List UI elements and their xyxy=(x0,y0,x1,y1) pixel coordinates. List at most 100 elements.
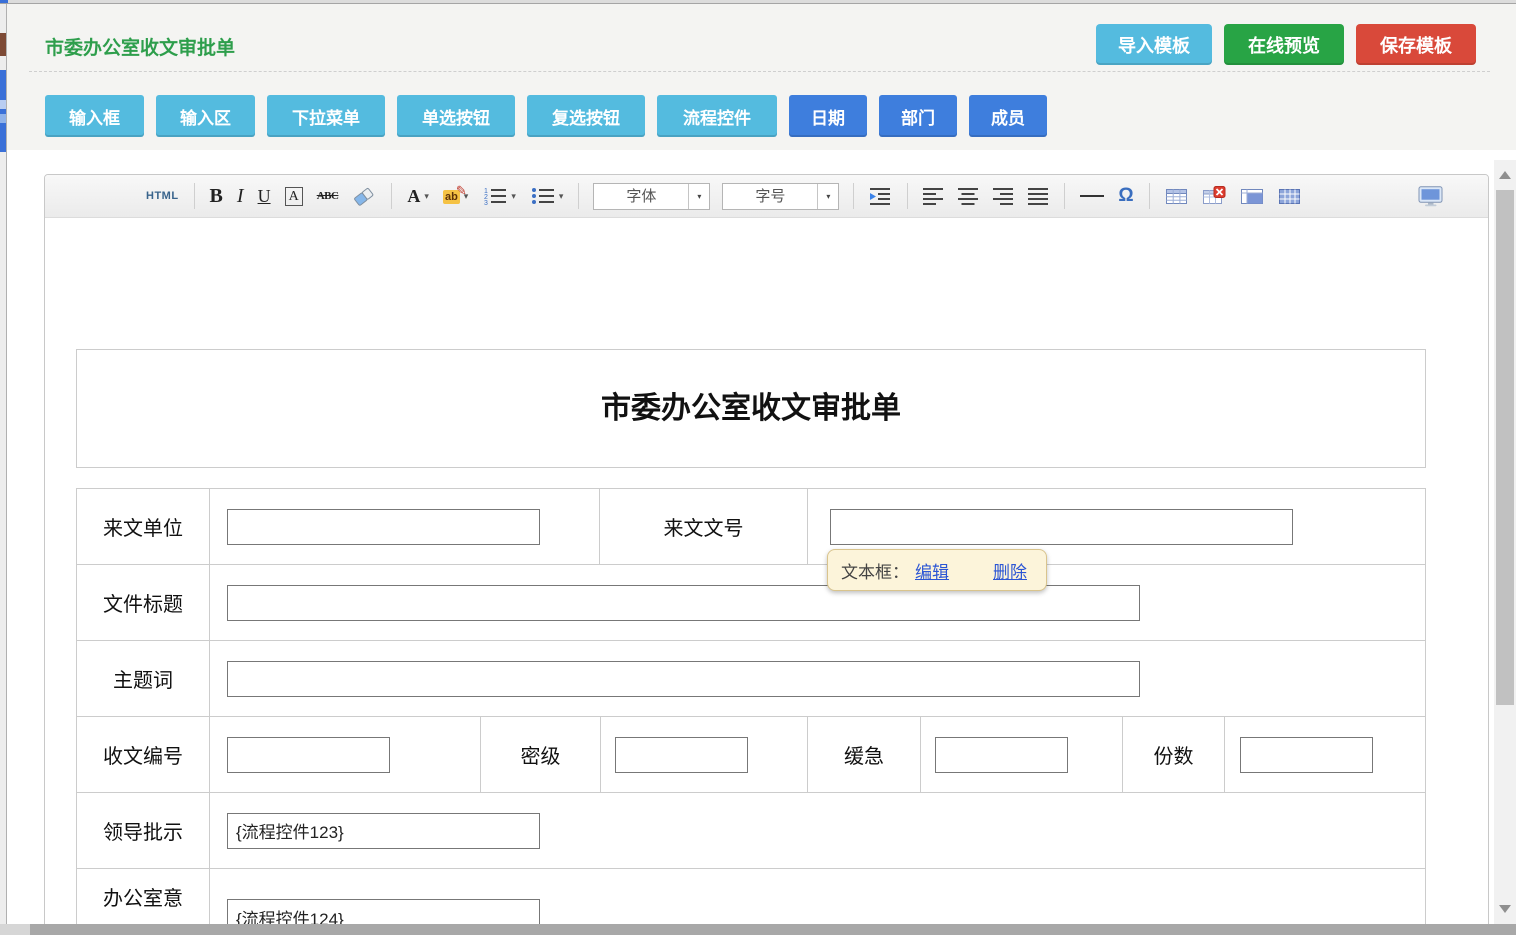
unordered-list-button[interactable]: ▾ xyxy=(530,186,564,206)
highlight-color-button[interactable]: ab ✎ ▾ xyxy=(443,187,468,205)
insert-table-button[interactable] xyxy=(1165,187,1188,206)
font-color-button[interactable]: A ▾ xyxy=(407,186,429,207)
table-cell-properties-button[interactable] xyxy=(1240,187,1264,206)
table-cell xyxy=(209,793,1425,868)
underline-button[interactable]: U xyxy=(258,186,271,207)
indent-button[interactable] xyxy=(869,186,892,206)
scroll-down-button[interactable] xyxy=(1494,898,1516,920)
font-family-select[interactable]: 字体 ▾ xyxy=(593,183,710,210)
unordered-list-icon xyxy=(530,186,555,206)
align-right-icon xyxy=(993,187,1014,205)
add-radio-button[interactable]: 单选按钮 xyxy=(397,95,515,137)
ordered-list-button[interactable]: 123 ▾ xyxy=(482,186,516,206)
window-top-border-accent xyxy=(0,0,8,3)
page-title: 市委办公室收文审批单 xyxy=(45,33,235,60)
add-flow-control-button[interactable]: 流程控件 xyxy=(657,95,777,137)
form-designer-page: 市委办公室收文审批单 导入模板 在线预览 保存模板 输入框 输入区 下拉菜单 单… xyxy=(0,0,1516,935)
indent-icon xyxy=(869,186,892,206)
window-top-border xyxy=(0,0,1516,4)
toolbar-separator xyxy=(194,183,195,209)
fullscreen-button[interactable] xyxy=(1418,186,1444,207)
special-character-button[interactable]: Ω xyxy=(1118,185,1133,207)
bold-button[interactable]: B xyxy=(210,185,223,208)
shouwen-bianhao-input[interactable] xyxy=(227,737,390,773)
editor-canvas[interactable]: 市委办公室收文审批单 来文单位 来文文号 文件标题 xyxy=(45,218,1488,935)
scroll-up-arrow-icon xyxy=(1499,171,1511,179)
table-grid-icon xyxy=(1278,187,1301,206)
add-dropdown-button[interactable]: 下拉菜单 xyxy=(267,95,385,137)
font-size-select[interactable]: 字号 ▾ xyxy=(722,183,839,210)
tooltip-label: 文本框： xyxy=(841,558,909,583)
header: 市委办公室收文审批单 导入模板 在线预览 保存模板 输入框 输入区 下拉菜单 单… xyxy=(7,4,1516,150)
field-label-zhutici: 主题词 xyxy=(77,641,209,716)
table-row: 来文单位 来文文号 xyxy=(77,489,1425,564)
import-template-button[interactable]: 导入模板 xyxy=(1096,24,1212,65)
window-bottom-border xyxy=(0,924,1516,935)
table-cell xyxy=(920,717,1122,792)
background-window-edge xyxy=(0,4,7,935)
add-department-button[interactable]: 部门 xyxy=(879,95,957,137)
lingdao-pishi-input[interactable] xyxy=(227,813,540,849)
field-label-laiwen-wenhao: 来文文号 xyxy=(599,489,807,564)
laiwen-danwei-input[interactable] xyxy=(227,509,540,545)
delete-table-button[interactable] xyxy=(1202,186,1226,206)
add-member-button[interactable]: 成员 xyxy=(969,95,1047,137)
align-left-button[interactable] xyxy=(923,187,944,205)
remove-format-button[interactable] xyxy=(352,186,376,206)
field-label-fenshu: 份数 xyxy=(1122,717,1224,792)
align-justify-button[interactable] xyxy=(1028,187,1049,205)
add-textarea-button[interactable]: 输入区 xyxy=(156,95,255,137)
rich-text-editor: HTML B I U A ABC A ▾ xyxy=(44,174,1489,935)
horizontal-rule-button[interactable] xyxy=(1080,195,1104,197)
toolbar-separator xyxy=(1149,183,1150,209)
align-justify-icon xyxy=(1028,187,1049,205)
toolbar-separator xyxy=(578,183,579,209)
source-code-button[interactable]: HTML xyxy=(146,190,179,202)
italic-button[interactable]: I xyxy=(237,185,244,208)
add-date-button[interactable]: 日期 xyxy=(789,95,867,137)
field-label-shouwen-bianhao: 收文编号 xyxy=(77,717,209,792)
toolbar-separator xyxy=(1064,183,1065,209)
table-properties-button[interactable] xyxy=(1278,187,1301,206)
table-row: 文件标题 xyxy=(77,564,1425,640)
laiwen-wenhao-input[interactable] xyxy=(830,509,1293,545)
online-preview-button[interactable]: 在线预览 xyxy=(1224,24,1344,65)
font-style-button[interactable]: A xyxy=(285,187,303,206)
widget-tooltip: 文本框： 编辑 删除 xyxy=(827,549,1047,591)
scroll-up-button[interactable] xyxy=(1494,164,1516,186)
table-cell xyxy=(600,717,807,792)
fenshu-input[interactable] xyxy=(1240,737,1373,773)
align-center-button[interactable] xyxy=(958,187,979,205)
miji-input[interactable] xyxy=(615,737,748,773)
monitor-icon xyxy=(1418,186,1444,207)
vertical-scrollbar[interactable] xyxy=(1494,160,1516,924)
toolbar-separator xyxy=(853,183,854,209)
tooltip-edit-link[interactable]: 编辑 xyxy=(915,558,949,583)
header-divider xyxy=(29,71,1490,72)
editor-toolbar: HTML B I U A ABC A ▾ xyxy=(45,175,1488,218)
font-family-value: 字体 xyxy=(594,184,688,209)
align-center-icon xyxy=(958,187,979,205)
delete-table-icon xyxy=(1202,186,1226,206)
save-template-button[interactable]: 保存模板 xyxy=(1356,24,1476,65)
field-label-lingdao-pishi: 领导批示 xyxy=(77,793,209,868)
pencil-icon: ✎ xyxy=(456,183,467,199)
font-size-value: 字号 xyxy=(723,184,817,209)
table-cell-icon xyxy=(1240,187,1264,206)
highlight-icon: ab ✎ xyxy=(443,187,460,205)
toolbar-separator xyxy=(391,183,392,209)
table-cell xyxy=(209,717,480,792)
component-buttons-row: 输入框 输入区 下拉菜单 单选按钮 复选按钮 流程控件 日期 部门 成员 xyxy=(45,95,1047,137)
scrollbar-thumb[interactable] xyxy=(1496,190,1514,705)
add-input-box-button[interactable]: 输入框 xyxy=(45,95,144,137)
tooltip-delete-link[interactable]: 删除 xyxy=(993,558,1027,583)
add-checkbox-button[interactable]: 复选按钮 xyxy=(527,95,645,137)
table-icon xyxy=(1165,187,1188,206)
huanji-input[interactable] xyxy=(935,737,1068,773)
table-cell xyxy=(209,641,1425,716)
zhutici-input[interactable] xyxy=(227,661,1140,697)
dropdown-caret-icon: ▾ xyxy=(511,191,516,202)
table-row: 领导批示 xyxy=(77,792,1425,868)
align-right-button[interactable] xyxy=(993,187,1014,205)
strikethrough-button[interactable]: ABC xyxy=(317,190,339,202)
